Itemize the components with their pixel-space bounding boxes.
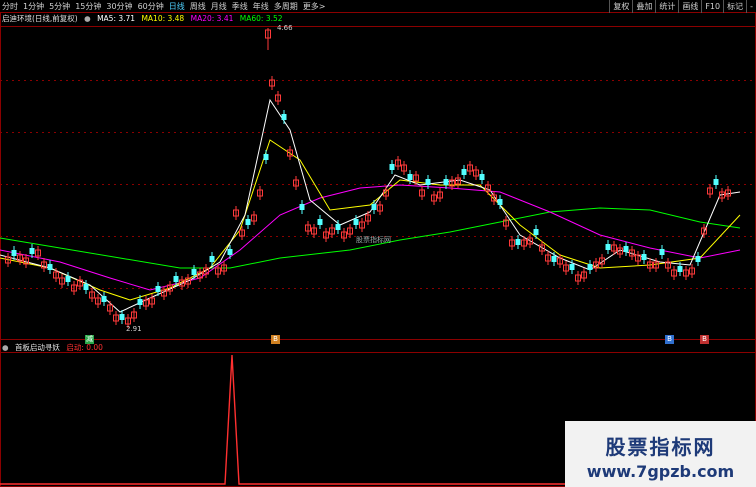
period-tab[interactable]: 多周期 <box>274 2 298 11</box>
candles-layer <box>5 28 731 328</box>
settings-icon[interactable]: ● <box>84 14 91 23</box>
period-tab[interactable]: 1分钟 <box>23 2 44 11</box>
candle-body <box>569 264 575 270</box>
candle-body <box>677 266 683 272</box>
period-tab[interactable]: 分时 <box>2 2 18 11</box>
candle-body <box>551 256 557 262</box>
period-tab[interactable]: 30分钟 <box>106 2 132 11</box>
toolbar-action[interactable]: 叠加 <box>632 0 655 13</box>
period-tab[interactable]: 5分钟 <box>49 2 70 11</box>
candle-body <box>209 256 215 262</box>
indicator-value: 启动: 0.00 <box>66 343 103 352</box>
candle-body <box>29 248 35 254</box>
candle-body <box>245 219 251 225</box>
indicator-pane-header: ● 首板启动寻妖 启动: 0.00 <box>2 342 107 353</box>
candle-body <box>119 314 125 320</box>
candle-body <box>443 179 449 185</box>
indicator-icon[interactable]: ● <box>2 343 9 352</box>
toolbar-action[interactable]: 标记 <box>723 0 746 13</box>
period-tab[interactable]: 日线 <box>169 2 185 11</box>
period-tab[interactable]: 季线 <box>232 2 248 11</box>
ma5-line <box>0 98 741 313</box>
candle-body <box>65 276 71 282</box>
watermark-text: 股票指标网 <box>356 236 391 244</box>
candle-body <box>479 174 485 180</box>
candle-body <box>335 224 341 230</box>
signal-badge[interactable]: B <box>271 335 280 344</box>
indicator-title: 首板启动寻妖 <box>14 343 60 352</box>
toolbar-action[interactable]: 复权 <box>609 0 632 13</box>
candle-body <box>281 114 287 120</box>
period-tabs: 分时 1分钟 5分钟 15分钟 30分钟 60分钟 日线 周线 月线 季线 年线 多周期 更多> <box>2 0 330 13</box>
candle-body <box>173 276 179 282</box>
candle-body <box>713 179 719 185</box>
toolbar-action[interactable]: 画线 <box>678 0 701 13</box>
candle-body <box>389 164 395 170</box>
period-toolbar: 分时 1分钟 5分钟 15分钟 30分钟 60分钟 日线 周线 月线 季线 年线 多周期 更多> 复权叠… <box>0 0 756 13</box>
ma20-label: MA20: 3.41 <box>190 14 234 23</box>
candle-body <box>83 284 89 290</box>
candle-body <box>137 299 143 305</box>
candle-body <box>353 219 359 225</box>
brand-url: www.7gpzb.com <box>586 462 735 481</box>
chart-grid <box>0 12 756 487</box>
period-tab[interactable]: 月线 <box>211 2 227 11</box>
signal-badge[interactable]: B <box>665 335 674 344</box>
low-price-label: 2.91 <box>126 325 142 333</box>
ma5-label: MA5: 3.71 <box>97 14 136 23</box>
candle-body <box>407 174 413 180</box>
candle-body <box>317 219 323 225</box>
period-tab[interactable]: 年线 <box>253 2 269 11</box>
toolbar-action[interactable]: F10 <box>701 0 723 13</box>
candle-body <box>425 179 431 185</box>
main-pane-header: 启迪环境(日线,前复权) ● MA5: 3.71 MA10: 3.48 MA20… <box>2 13 287 24</box>
candle-body <box>497 199 503 205</box>
candle-body <box>623 246 629 252</box>
brand-name: 股票指标网 <box>605 435 716 459</box>
candle-body <box>191 269 197 275</box>
candle-body <box>695 256 701 262</box>
period-tab[interactable]: 60分钟 <box>138 2 164 11</box>
brand-watermark: 股票指标网 www.7gpzb.com <box>565 421 756 487</box>
candle-body <box>155 286 161 292</box>
candle-body <box>605 244 611 250</box>
period-tab[interactable]: 15分钟 <box>75 2 101 11</box>
candle-body <box>533 229 539 235</box>
ma60-label: MA60: 3.52 <box>239 14 283 23</box>
candle-body <box>11 250 17 256</box>
candle-body <box>515 239 521 245</box>
stock-title: 启迪环境(日线,前复权) <box>2 14 78 23</box>
ma-polyline <box>0 98 741 313</box>
candle-body <box>641 254 647 260</box>
candle-body <box>263 154 269 160</box>
candle-body <box>587 264 593 270</box>
candle-body <box>47 264 53 270</box>
candle-body <box>227 249 233 255</box>
signal-badge[interactable]: B <box>700 335 709 344</box>
period-tab[interactable]: 更多> <box>303 2 326 11</box>
high-price-label: 4.66 <box>277 24 293 32</box>
toolbar-action[interactable]: 统计 <box>655 0 678 13</box>
candle-body <box>299 204 305 210</box>
toolbar-action[interactable]: - <box>746 0 756 13</box>
candle-body <box>371 204 377 210</box>
period-tab[interactable]: 周线 <box>190 2 206 11</box>
candle-body <box>101 296 107 302</box>
candle-body <box>659 249 665 255</box>
ma10-label: MA10: 3.48 <box>141 14 185 23</box>
candle-body <box>461 169 467 175</box>
action-tabs: 复权 叠加 统计 画线 F10 标记 - <box>609 0 756 13</box>
